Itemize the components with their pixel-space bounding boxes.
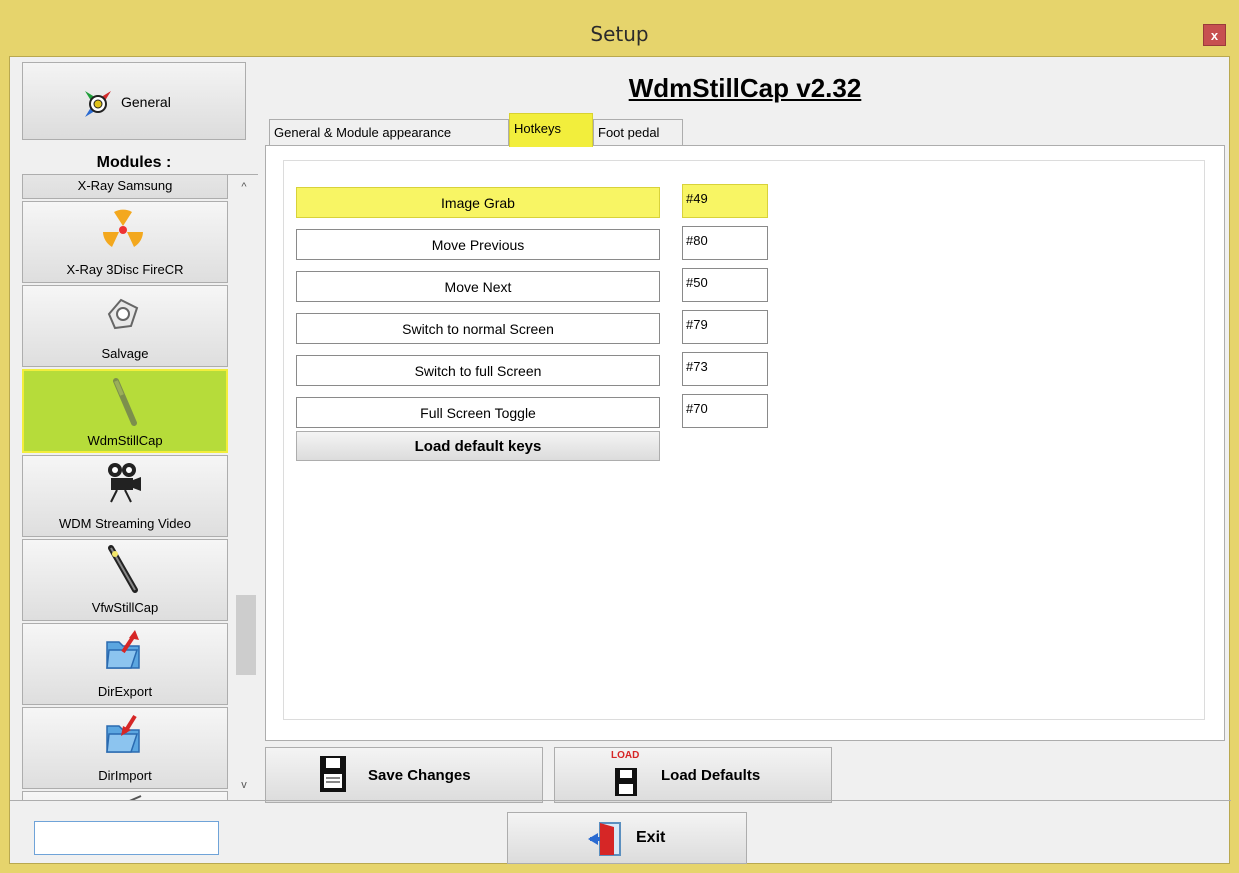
exit-button[interactable]: Exit xyxy=(507,812,747,864)
hotkeys-panel: Image Grab #49 Move Previous #80 Move Ne… xyxy=(265,145,1225,741)
hotkeys-group: Image Grab #49 Move Previous #80 Move Ne… xyxy=(283,160,1205,720)
movie-camera-icon xyxy=(108,463,141,503)
bottom-bar: Exit xyxy=(10,800,1231,865)
hotkey-action-button[interactable]: Move Next xyxy=(296,271,660,302)
module-list[interactable]: X-Ray Samsung X-Ray 3Disc FireCR Salvage… xyxy=(22,174,258,800)
radiation-icon xyxy=(103,209,143,247)
hotkey-value-field[interactable]: #50 xyxy=(682,268,768,302)
folder-import-icon xyxy=(106,714,140,753)
tab-general-module-appearance[interactable]: General & Module appearance xyxy=(269,119,509,146)
dental-camera-icon xyxy=(113,378,137,426)
module-label: X-Ray 3Disc FireCR xyxy=(66,262,184,277)
exit-door-icon xyxy=(588,822,621,856)
module-next[interactable] xyxy=(22,791,228,800)
general-button-label: General xyxy=(121,94,171,110)
floppy-disk-icon xyxy=(320,756,346,792)
module-scrollbar[interactable]: ^ v xyxy=(234,175,256,800)
module-wdm-streaming-video[interactable]: WDM Streaming Video xyxy=(22,455,228,537)
scroll-up-arrow-icon[interactable]: ^ xyxy=(234,181,254,197)
load-default-keys-button[interactable]: Load default keys xyxy=(296,431,660,461)
hotkey-action-button[interactable]: Switch to full Screen xyxy=(296,355,660,386)
module-label: Salvage xyxy=(101,346,149,361)
modules-heading: Modules : xyxy=(96,154,172,171)
module-label: WDM Streaming Video xyxy=(59,516,191,531)
hotkey-action-button[interactable]: Switch to normal Screen xyxy=(296,313,660,344)
load-icon-text: LOAD xyxy=(611,750,640,761)
hotkey-action-button[interactable]: Full Screen Toggle xyxy=(296,397,660,428)
main-panel: WdmStillCap v2.32 General & Module appea… xyxy=(262,57,1228,803)
app-title: WdmStillCap v2.32 xyxy=(628,73,862,103)
general-button[interactable]: General xyxy=(22,62,246,140)
module-label: DirImport xyxy=(98,768,152,783)
module-xray-3disc-firecr[interactable]: X-Ray 3Disc FireCR xyxy=(22,201,228,283)
exit-label: Exit xyxy=(636,829,666,846)
module-label: VfwStillCap xyxy=(91,600,159,615)
folder-export-icon xyxy=(106,630,140,669)
tab-hotkeys[interactable]: Hotkeys xyxy=(509,113,593,147)
left-panel: General Modules : X-Ray Samsung X-Ray 3D xyxy=(22,60,258,800)
window-title: Setup xyxy=(590,22,649,46)
save-changes-label: Save Changes xyxy=(368,767,471,784)
hotkey-value-field[interactable]: #79 xyxy=(682,310,768,344)
save-changes-button[interactable]: Save Changes xyxy=(265,747,543,803)
hotkey-value-field[interactable]: #70 xyxy=(682,394,768,428)
module-label: X-Ray Samsung xyxy=(77,178,173,193)
scroll-thumb[interactable] xyxy=(236,595,256,675)
load-defaults-button[interactable]: LOAD Load Defaults xyxy=(554,747,832,803)
module-xray-samsung[interactable]: X-Ray Samsung xyxy=(22,175,228,199)
title-bar[interactable]: Setup x xyxy=(0,0,1239,56)
status-input[interactable] xyxy=(34,821,219,855)
tab-foot-pedal[interactable]: Foot pedal xyxy=(593,119,683,146)
module-direxport[interactable]: DirExport xyxy=(22,623,228,705)
hotkey-action-button[interactable]: Move Previous xyxy=(296,229,660,260)
hotkey-action-button[interactable]: Image Grab xyxy=(296,187,660,218)
module-label: WdmStillCap xyxy=(87,433,163,448)
module-label: DirExport xyxy=(97,684,153,699)
module-vfwstillcap[interactable]: VfwStillCap xyxy=(22,539,228,621)
puzzle-icon xyxy=(107,298,139,330)
scroll-down-arrow-icon[interactable]: v xyxy=(234,779,254,795)
client-area: General Modules : X-Ray Samsung X-Ray 3D xyxy=(9,56,1231,865)
module-salvage[interactable]: Salvage xyxy=(22,285,228,367)
module-dirimport[interactable]: DirImport xyxy=(22,707,228,789)
intraoral-camera-icon xyxy=(108,545,138,593)
close-button[interactable]: x xyxy=(1203,24,1226,46)
hotkey-value-field[interactable]: #49 xyxy=(682,184,768,218)
general-settings-icon xyxy=(85,91,111,117)
module-wdmstillcap[interactable]: WdmStillCap xyxy=(22,369,228,453)
hotkey-value-field[interactable]: #80 xyxy=(682,226,768,260)
setup-window: Setup x General Modules : X-Ray Samsung xyxy=(0,0,1239,873)
load-defaults-label: Load Defaults xyxy=(661,767,761,784)
hotkey-value-field[interactable]: #73 xyxy=(682,352,768,386)
